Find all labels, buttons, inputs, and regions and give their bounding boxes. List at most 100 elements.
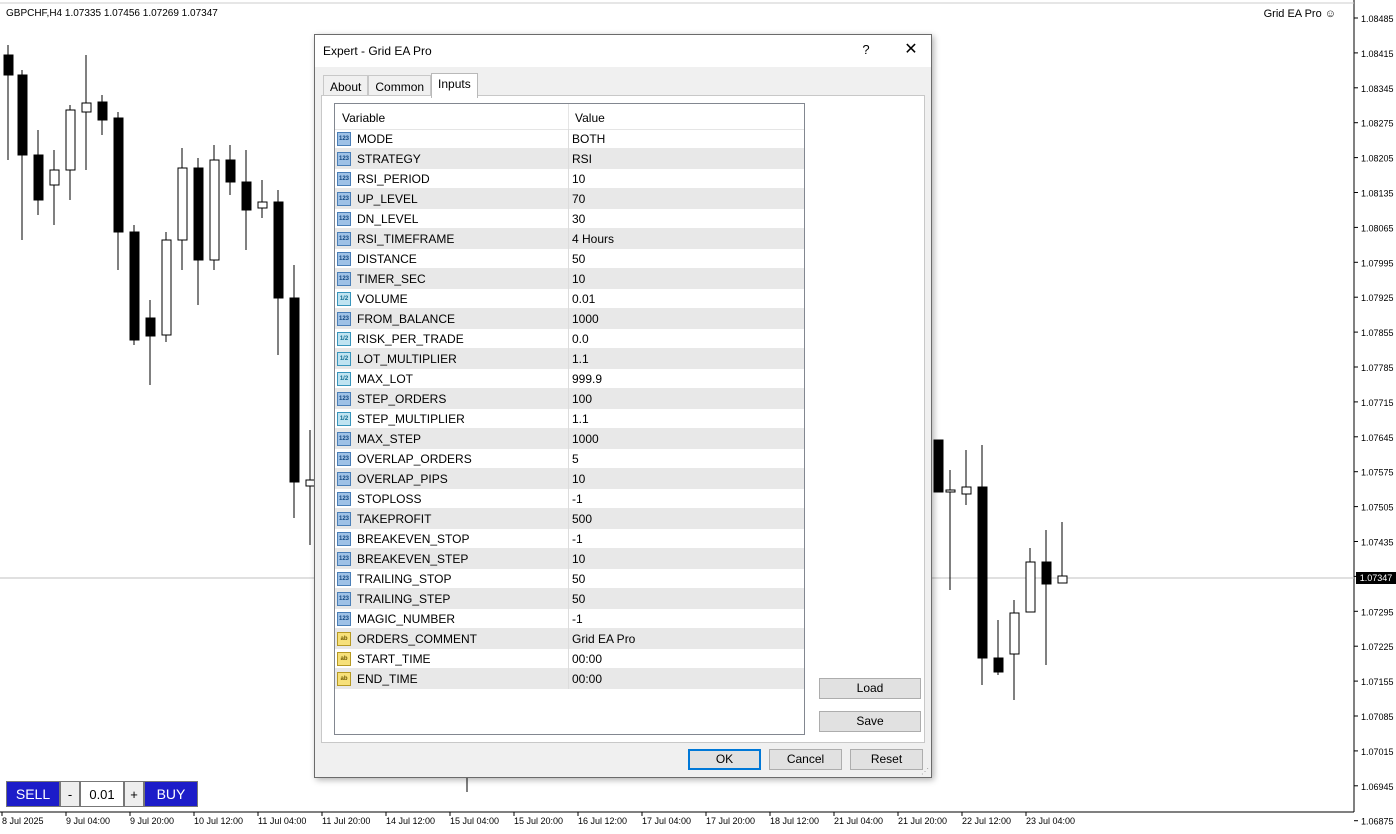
input-value[interactable]: 10 xyxy=(572,272,585,286)
price-axis-label: 1.07785 xyxy=(1361,363,1394,373)
input-row[interactable]: 1/2 VOLUME 0.01 xyxy=(335,289,804,309)
input-value[interactable]: 500 xyxy=(572,512,592,526)
input-row[interactable]: 123 STOPLOSS -1 xyxy=(335,489,804,509)
input-value[interactable]: 1.1 xyxy=(572,352,589,366)
input-value[interactable]: 1000 xyxy=(572,432,599,446)
dialog-titlebar[interactable]: Expert - Grid EA Pro ? ✕ xyxy=(315,35,931,67)
input-variable-name: STEP_MULTIPLIER xyxy=(357,412,465,426)
double-type-icon: 1/2 xyxy=(337,412,351,426)
input-value[interactable]: 1.1 xyxy=(572,412,589,426)
double-type-icon: 1/2 xyxy=(337,332,351,346)
tab-about[interactable]: About xyxy=(323,75,369,96)
input-row[interactable]: 123 STEP_ORDERS 100 xyxy=(335,389,804,409)
int-type-icon: 123 xyxy=(337,452,351,466)
input-row[interactable]: 123 MODE BOTH xyxy=(335,129,804,149)
load-button[interactable]: Load xyxy=(819,678,921,699)
input-row[interactable]: 1/2 RISK_PER_TRADE 0.0 xyxy=(335,329,804,349)
close-button[interactable]: ✕ xyxy=(901,39,921,61)
input-value[interactable]: RSI xyxy=(572,152,592,166)
input-variable-name: RSI_PERIOD xyxy=(357,172,430,186)
tab-common[interactable]: Common xyxy=(368,75,432,96)
price-axis-label: 1.07015 xyxy=(1361,747,1394,757)
input-value[interactable]: 1000 xyxy=(572,312,599,326)
int-type-icon: 123 xyxy=(337,472,351,486)
input-value[interactable]: 999.9 xyxy=(572,372,602,386)
column-header-value[interactable]: Value xyxy=(575,111,605,125)
input-row[interactable]: 123 MAX_STEP 1000 xyxy=(335,429,804,449)
input-row[interactable]: 123 UP_LEVEL 70 xyxy=(335,189,804,209)
input-row[interactable]: 123 OVERLAP_PIPS 10 xyxy=(335,469,804,489)
double-type-icon: 1/2 xyxy=(337,372,351,386)
inputs-grid: Variable Value 123 MODE BOTH 123 STRATEGY RSI… xyxy=(334,103,805,735)
input-value[interactable]: Grid EA Pro xyxy=(572,632,635,646)
column-header-variable[interactable]: Variable xyxy=(342,111,385,125)
sell-button[interactable]: SELL xyxy=(6,781,60,807)
price-axis-label: 1.07155 xyxy=(1361,677,1394,687)
input-row[interactable]: 123 MAGIC_NUMBER -1 xyxy=(335,609,804,629)
input-row[interactable]: 1/2 STEP_MULTIPLIER 1.1 xyxy=(335,409,804,429)
input-value[interactable]: 00:00 xyxy=(572,672,602,686)
input-row[interactable]: 123 OVERLAP_ORDERS 5 xyxy=(335,449,804,469)
input-variable-name: DN_LEVEL xyxy=(357,212,419,226)
lot-increase-button[interactable]: + xyxy=(124,781,144,807)
buy-button[interactable]: BUY xyxy=(144,781,198,807)
resize-grip-icon[interactable]: ⋰ xyxy=(921,767,929,776)
input-value[interactable]: 10 xyxy=(572,472,585,486)
save-button[interactable]: Save xyxy=(819,711,921,732)
input-value[interactable]: 0.01 xyxy=(572,292,595,306)
reset-button[interactable]: Reset xyxy=(850,749,923,770)
input-value[interactable]: 00:00 xyxy=(572,652,602,666)
input-row[interactable]: 123 DISTANCE 50 xyxy=(335,249,804,269)
input-value[interactable]: -1 xyxy=(572,532,583,546)
input-value[interactable]: 10 xyxy=(572,552,585,566)
input-row[interactable]: ab END_TIME 00:00 xyxy=(335,669,804,689)
input-variable-name: LOT_MULTIPLIER xyxy=(357,352,457,366)
input-row[interactable]: 123 STRATEGY RSI xyxy=(335,149,804,169)
input-value[interactable]: BOTH xyxy=(572,132,605,146)
input-row[interactable]: 123 RSI_PERIOD 10 xyxy=(335,169,804,189)
ok-button[interactable]: OK xyxy=(688,749,761,770)
input-row[interactable]: 123 BREAKEVEN_STOP -1 xyxy=(335,529,804,549)
input-value[interactable]: 70 xyxy=(572,192,585,206)
input-row[interactable]: 123 TAKEPROFIT 500 xyxy=(335,509,804,529)
candle-body xyxy=(81,102,92,113)
input-row[interactable]: 123 TRAILING_STEP 50 xyxy=(335,589,804,609)
input-row[interactable]: 123 DN_LEVEL 30 xyxy=(335,209,804,229)
candle-body xyxy=(273,201,284,299)
input-row[interactable]: 123 FROM_BALANCE 1000 xyxy=(335,309,804,329)
input-row[interactable]: 1/2 LOT_MULTIPLIER 1.1 xyxy=(335,349,804,369)
input-row[interactable]: 123 RSI_TIMEFRAME 4 Hours xyxy=(335,229,804,249)
int-type-icon: 123 xyxy=(337,432,351,446)
lot-size-input[interactable]: 0.01 xyxy=(80,781,124,807)
input-value[interactable]: 5 xyxy=(572,452,579,466)
input-value[interactable]: 10 xyxy=(572,172,585,186)
help-button[interactable]: ? xyxy=(859,42,873,57)
input-value[interactable]: 50 xyxy=(572,592,585,606)
input-row[interactable]: 123 BREAKEVEN_STEP 10 xyxy=(335,549,804,569)
input-value[interactable]: 4 Hours xyxy=(572,232,614,246)
candle-body xyxy=(257,201,268,209)
int-type-icon: 123 xyxy=(337,312,351,326)
candle-body xyxy=(33,154,44,201)
input-row[interactable]: 123 TRAILING_STOP 50 xyxy=(335,569,804,589)
cancel-button[interactable]: Cancel xyxy=(769,749,842,770)
input-row[interactable]: ab ORDERS_COMMENT Grid EA Pro xyxy=(335,629,804,649)
tab-inputs[interactable]: Inputs xyxy=(431,73,478,98)
input-value[interactable]: 50 xyxy=(572,572,585,586)
input-row[interactable]: 123 TIMER_SEC 10 xyxy=(335,269,804,289)
input-value[interactable]: -1 xyxy=(572,492,583,506)
input-variable-name: BREAKEVEN_STEP xyxy=(357,552,469,566)
input-value[interactable]: 0.0 xyxy=(572,332,589,346)
input-row[interactable]: ab START_TIME 00:00 xyxy=(335,649,804,669)
price-axis-label: 1.08205 xyxy=(1361,154,1394,164)
lot-decrease-button[interactable]: - xyxy=(60,781,80,807)
input-value[interactable]: 50 xyxy=(572,252,585,266)
input-value[interactable]: -1 xyxy=(572,612,583,626)
candle-body xyxy=(1009,612,1020,655)
input-value[interactable]: 30 xyxy=(572,212,585,226)
input-value[interactable]: 100 xyxy=(572,392,592,406)
input-variable-name: STOPLOSS xyxy=(357,492,422,506)
int-type-icon: 123 xyxy=(337,272,351,286)
string-type-icon: ab xyxy=(337,672,351,686)
input-row[interactable]: 1/2 MAX_LOT 999.9 xyxy=(335,369,804,389)
